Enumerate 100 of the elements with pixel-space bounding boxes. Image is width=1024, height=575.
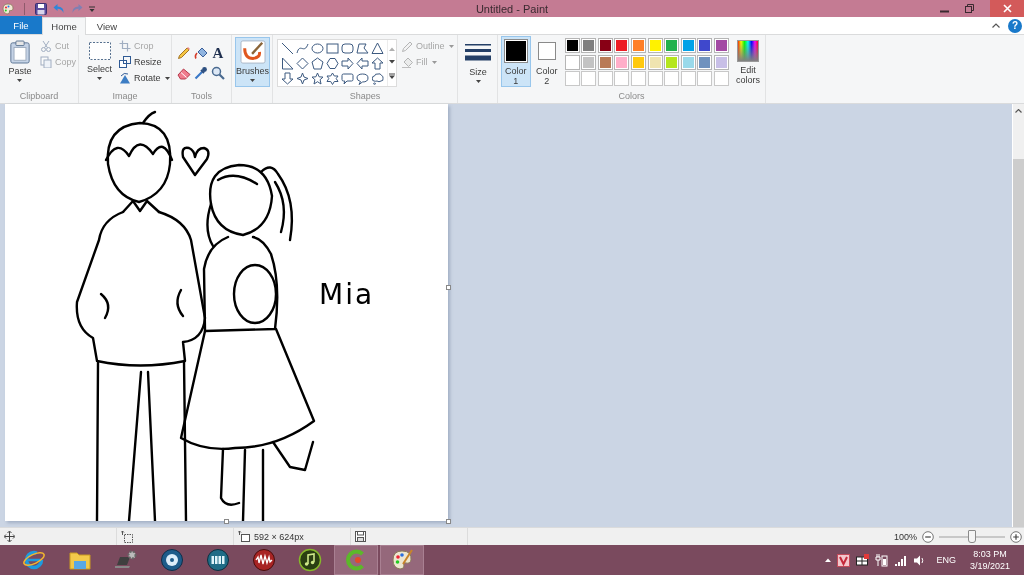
monitor-alert-icon[interactable]: [856, 553, 870, 567]
scrollbar-thumb[interactable]: [1013, 159, 1024, 527]
resize-handle[interactable]: [446, 285, 451, 290]
color-swatch[interactable]: [631, 38, 647, 53]
selection-size-icon: [121, 530, 133, 543]
color-swatch[interactable]: [697, 38, 713, 53]
signal-icon[interactable]: [894, 553, 908, 567]
pentagon-icon[interactable]: [311, 57, 324, 70]
color-swatch[interactable]: [564, 54, 580, 70]
right-triangle-icon[interactable]: [281, 57, 294, 70]
color-swatch[interactable]: [680, 54, 696, 70]
edit-colors-button[interactable]: Edit colors: [731, 36, 765, 88]
ribbon-tab[interactable]: View: [86, 17, 128, 34]
color-swatch[interactable]: [647, 38, 663, 53]
brushes-button[interactable]: Brushes: [235, 37, 270, 87]
color-swatch[interactable]: [714, 38, 729, 53]
pencil-icon[interactable]: [177, 46, 191, 60]
canvas-size-icon: [238, 530, 250, 543]
zoom-in-icon[interactable]: [1010, 530, 1022, 543]
text-tool-button[interactable]: A: [211, 46, 225, 60]
color-swatch[interactable]: [680, 38, 696, 53]
move-cursor-icon: [4, 531, 15, 542]
group-label: Colors: [617, 90, 646, 103]
slider-thumb[interactable]: [968, 530, 976, 543]
paste-button[interactable]: Paste: [3, 36, 37, 85]
rotate-icon: [119, 72, 131, 84]
color-swatch[interactable]: [614, 38, 630, 53]
rectangle-icon[interactable]: [326, 42, 339, 55]
close-icon: [1002, 4, 1012, 13]
scroll-down-icon[interactable]: [389, 60, 395, 64]
clock-date[interactable]: 3/19/2021: [969, 560, 1010, 572]
bucket-icon: [401, 56, 413, 68]
polygon-icon[interactable]: [356, 42, 369, 55]
spectrum-icon: [737, 40, 759, 62]
fill-bucket-icon[interactable]: [194, 46, 208, 60]
ring-orbit-icon: [22, 548, 46, 572]
cloud-callout-icon[interactable]: [371, 72, 384, 85]
rotate-button[interactable]: Rotate: [117, 70, 172, 86]
waveform-icon: [252, 548, 276, 572]
oval-callout-icon[interactable]: [356, 72, 369, 85]
size-button[interactable]: Size: [462, 36, 494, 86]
scissors-icon: [40, 40, 52, 52]
brush-icon: [239, 40, 266, 64]
color-swatch[interactable]: [714, 54, 729, 70]
zoom-out-icon[interactable]: [922, 530, 934, 543]
expand-gallery-icon[interactable]: [389, 73, 395, 80]
chevron-tile-icon[interactable]: [837, 553, 851, 567]
close-button[interactable]: [990, 0, 1024, 17]
down-arrow-icon[interactable]: [281, 72, 294, 85]
customize-caret-icon[interactable]: [89, 5, 95, 12]
clipboard-icon: [9, 40, 31, 64]
eraser-icon[interactable]: [177, 66, 191, 80]
triangle-icon[interactable]: [371, 42, 384, 55]
resize-button[interactable]: Resize: [117, 54, 172, 70]
color-swatch[interactable]: [614, 54, 630, 70]
color-swatch[interactable]: [647, 54, 663, 70]
restore-icon[interactable]: [965, 4, 974, 13]
up-arrow-icon[interactable]: [371, 57, 384, 70]
help-button[interactable]: ?: [1008, 18, 1022, 33]
color-swatch[interactable]: [597, 54, 613, 70]
battery-plug-icon[interactable]: [875, 553, 889, 567]
color-slot-button[interactable]: Color 1: [501, 36, 531, 87]
color-swatch[interactable]: [564, 38, 580, 53]
select-button[interactable]: Select: [84, 36, 115, 83]
clock-time[interactable]: 8:03 PM: [973, 548, 1007, 560]
file-menu-tab[interactable]: File: [0, 16, 42, 34]
color-swatch[interactable]: [581, 54, 597, 70]
six-point-star-icon[interactable]: [326, 72, 339, 85]
color-swatch[interactable]: [697, 54, 713, 70]
music-note-icon: [298, 548, 322, 572]
eyedropper-icon[interactable]: [194, 66, 208, 80]
magnifier-icon[interactable]: [211, 66, 225, 80]
color-swatch[interactable]: [597, 38, 613, 53]
left-arrow-icon[interactable]: [356, 57, 369, 70]
chevron-up-icon[interactable]: [992, 23, 1000, 28]
drawing-canvas[interactable]: Mia: [5, 104, 448, 521]
line-icon[interactable]: [281, 42, 294, 55]
four-point-star-icon[interactable]: [296, 72, 309, 85]
color-swatch[interactable]: [581, 38, 597, 53]
curve-icon[interactable]: [296, 42, 309, 55]
palette-icon[interactable]: [2, 2, 14, 15]
scroll-up-icon[interactable]: [389, 46, 395, 51]
caret-icon: [431, 60, 437, 64]
vertical-scrollbar[interactable]: [1012, 104, 1024, 527]
rounded-rectangle-icon[interactable]: [341, 42, 354, 55]
ribbon-tab[interactable]: Home: [42, 17, 86, 35]
save-icon[interactable]: [35, 2, 47, 15]
color-swatch[interactable]: [631, 54, 647, 70]
color-swatch[interactable]: [664, 38, 680, 53]
five-point-star-icon[interactable]: [311, 72, 324, 85]
speech-bubble-icon[interactable]: [341, 72, 354, 85]
caret-up-icon[interactable]: [825, 558, 832, 562]
color-slot-button[interactable]: Color 2: [532, 36, 561, 87]
oval-icon[interactable]: [311, 42, 324, 55]
right-arrow-icon[interactable]: [341, 57, 354, 70]
resize-handle[interactable]: [224, 519, 229, 524]
resize-handle[interactable]: [446, 519, 451, 524]
language-indicator[interactable]: ENG: [936, 555, 956, 565]
color-swatch[interactable]: [664, 54, 680, 70]
hexagon-icon[interactable]: [326, 57, 339, 70]
